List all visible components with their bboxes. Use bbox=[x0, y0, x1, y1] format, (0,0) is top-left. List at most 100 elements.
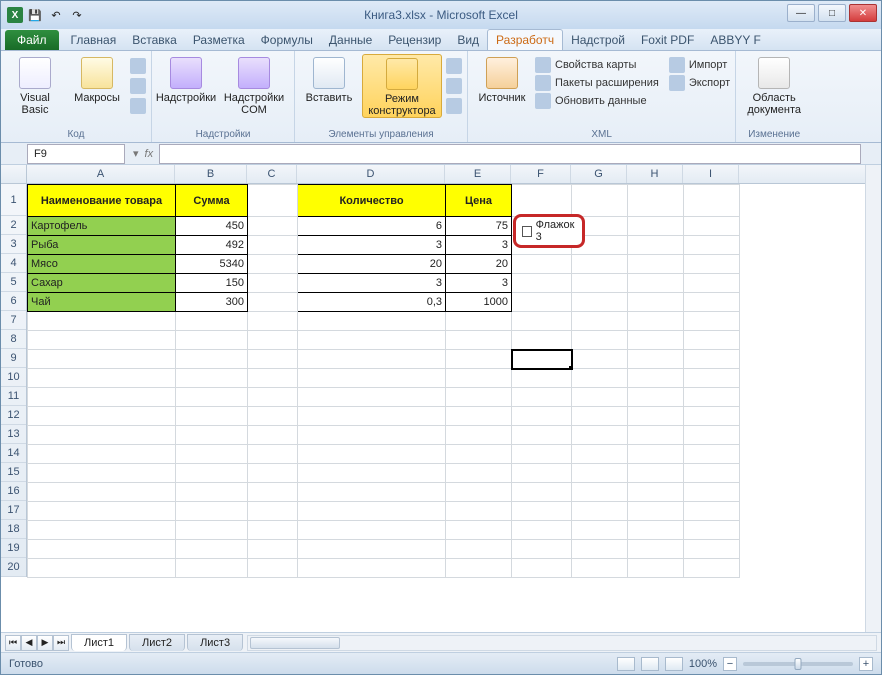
cell-A3[interactable]: Рыба bbox=[28, 236, 176, 255]
cell-I1[interactable] bbox=[684, 185, 740, 217]
xml-import-button[interactable]: Импорт bbox=[669, 56, 730, 74]
cell-I12[interactable] bbox=[684, 407, 740, 426]
cell-E14[interactable] bbox=[446, 445, 512, 464]
cell-A9[interactable] bbox=[28, 350, 176, 369]
cell-A2[interactable]: Картофель bbox=[28, 217, 176, 236]
vertical-scrollbar[interactable] bbox=[865, 165, 881, 632]
cell-A15[interactable] bbox=[28, 464, 176, 483]
row-header-19[interactable]: 19 bbox=[1, 539, 26, 558]
view-code-icon[interactable] bbox=[446, 78, 462, 94]
cell-C8[interactable] bbox=[248, 331, 298, 350]
cell-D11[interactable] bbox=[298, 388, 446, 407]
close-button[interactable]: ✕ bbox=[849, 4, 877, 22]
cell-E15[interactable] bbox=[446, 464, 512, 483]
cell-A20[interactable] bbox=[28, 559, 176, 578]
cell-D4[interactable]: 20 bbox=[298, 255, 446, 274]
select-all-corner[interactable] bbox=[1, 165, 27, 184]
cell-I7[interactable] bbox=[684, 312, 740, 331]
document-area-button[interactable]: Область документа bbox=[741, 54, 807, 116]
cell-D18[interactable] bbox=[298, 521, 446, 540]
cell-B12[interactable] bbox=[176, 407, 248, 426]
addins-button[interactable]: Надстройки bbox=[157, 54, 215, 104]
sheet-tab-3[interactable]: Лист3 bbox=[187, 634, 243, 651]
cell-G10[interactable] bbox=[572, 369, 628, 388]
cell-F4[interactable] bbox=[512, 255, 572, 274]
cell-F20[interactable] bbox=[512, 559, 572, 578]
row-header-8[interactable]: 8 bbox=[1, 330, 26, 349]
cell-A12[interactable] bbox=[28, 407, 176, 426]
sheet-tab-2[interactable]: Лист2 bbox=[129, 634, 185, 651]
cell-I15[interactable] bbox=[684, 464, 740, 483]
cell-H10[interactable] bbox=[628, 369, 684, 388]
cell-F12[interactable] bbox=[512, 407, 572, 426]
cell-C5[interactable] bbox=[248, 274, 298, 293]
cell-C10[interactable] bbox=[248, 369, 298, 388]
cell-H2[interactable] bbox=[628, 217, 684, 236]
cell-B15[interactable] bbox=[176, 464, 248, 483]
column-header-I[interactable]: I bbox=[683, 165, 739, 183]
cell-D10[interactable] bbox=[298, 369, 446, 388]
row-header-16[interactable]: 16 bbox=[1, 482, 26, 501]
horizontal-scroll-thumb[interactable] bbox=[250, 637, 340, 649]
cell-D1[interactable]: Количество bbox=[298, 185, 446, 217]
cell-I4[interactable] bbox=[684, 255, 740, 274]
cell-F8[interactable] bbox=[512, 331, 572, 350]
checkbox-box-icon[interactable] bbox=[522, 226, 532, 237]
cell-B8[interactable] bbox=[176, 331, 248, 350]
cell-D3[interactable]: 3 bbox=[298, 236, 446, 255]
cell-G18[interactable] bbox=[572, 521, 628, 540]
cell-F5[interactable] bbox=[512, 274, 572, 293]
cell-C3[interactable] bbox=[248, 236, 298, 255]
cell-B13[interactable] bbox=[176, 426, 248, 445]
sheet-nav-last[interactable]: ⏭ bbox=[53, 635, 69, 651]
cell-G4[interactable] bbox=[572, 255, 628, 274]
cell-I5[interactable] bbox=[684, 274, 740, 293]
tab-formulas[interactable]: Формулы bbox=[253, 30, 321, 50]
view-normal-button[interactable] bbox=[617, 657, 635, 671]
cell-H19[interactable] bbox=[628, 540, 684, 559]
cell-E8[interactable] bbox=[446, 331, 512, 350]
maximize-button[interactable]: □ bbox=[818, 4, 846, 22]
tab-layout[interactable]: Разметка bbox=[185, 30, 253, 50]
cell-E3[interactable]: 3 bbox=[446, 236, 512, 255]
cell-G5[interactable] bbox=[572, 274, 628, 293]
cell-E18[interactable] bbox=[446, 521, 512, 540]
cell-D2[interactable]: 6 bbox=[298, 217, 446, 236]
cell-C11[interactable] bbox=[248, 388, 298, 407]
row-header-2[interactable]: 2 bbox=[1, 216, 26, 235]
cell-H15[interactable] bbox=[628, 464, 684, 483]
row-header-5[interactable]: 5 bbox=[1, 273, 26, 292]
cell-G17[interactable] bbox=[572, 502, 628, 521]
cell-A7[interactable] bbox=[28, 312, 176, 331]
macros-button[interactable]: Макросы bbox=[68, 54, 126, 104]
cell-I17[interactable] bbox=[684, 502, 740, 521]
cell-H8[interactable] bbox=[628, 331, 684, 350]
cell-D17[interactable] bbox=[298, 502, 446, 521]
cell-C15[interactable] bbox=[248, 464, 298, 483]
cell-A5[interactable]: Сахар bbox=[28, 274, 176, 293]
cell-A13[interactable] bbox=[28, 426, 176, 445]
column-header-E[interactable]: E bbox=[445, 165, 511, 183]
file-tab[interactable]: Файл bbox=[5, 30, 59, 50]
row-header-4[interactable]: 4 bbox=[1, 254, 26, 273]
sheet-nav-next[interactable]: ▶ bbox=[37, 635, 53, 651]
column-header-G[interactable]: G bbox=[571, 165, 627, 183]
cell-A19[interactable] bbox=[28, 540, 176, 559]
properties-icon[interactable] bbox=[446, 58, 462, 74]
tab-data[interactable]: Данные bbox=[321, 30, 380, 50]
refresh-data-button[interactable]: Обновить данные bbox=[535, 92, 659, 110]
cell-B10[interactable] bbox=[176, 369, 248, 388]
cell-D6[interactable]: 0,3 bbox=[298, 293, 446, 312]
cell-D20[interactable] bbox=[298, 559, 446, 578]
cell-E16[interactable] bbox=[446, 483, 512, 502]
column-header-C[interactable]: C bbox=[247, 165, 297, 183]
cell-G12[interactable] bbox=[572, 407, 628, 426]
cell-E5[interactable]: 3 bbox=[446, 274, 512, 293]
cell-G1[interactable] bbox=[572, 185, 628, 217]
cell-G20[interactable] bbox=[572, 559, 628, 578]
view-pagebreak-button[interactable] bbox=[665, 657, 683, 671]
cell-D9[interactable] bbox=[298, 350, 446, 369]
qat-redo-icon[interactable]: ↷ bbox=[68, 6, 86, 24]
cell-B9[interactable] bbox=[176, 350, 248, 369]
cell-H6[interactable] bbox=[628, 293, 684, 312]
